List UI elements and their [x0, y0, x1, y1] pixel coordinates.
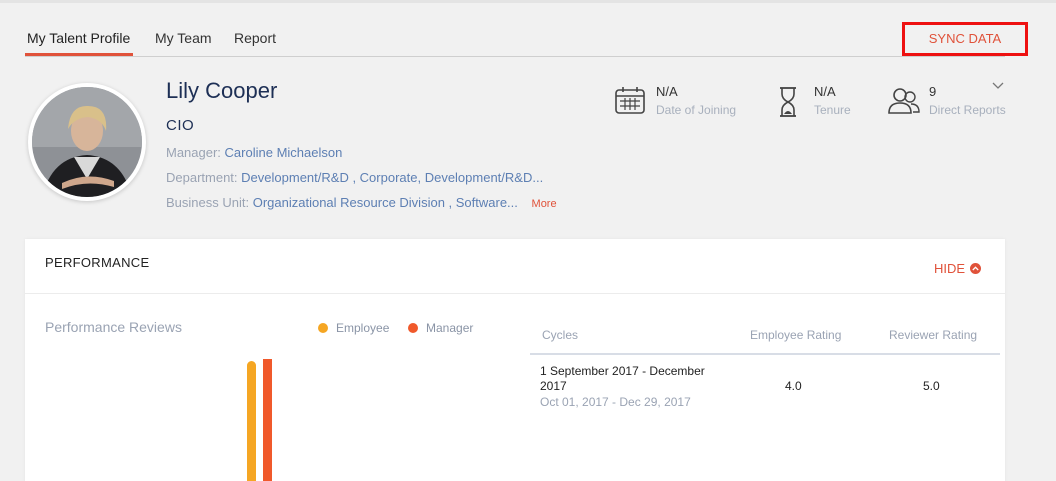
tab-my-talent-profile[interactable]: My Talent Profile: [27, 30, 130, 46]
header-cycles: Cycles: [542, 328, 579, 342]
more-link[interactable]: More: [532, 198, 557, 210]
date-of-joining-label: Date of Joining: [656, 103, 737, 117]
performance-reviews-title: Performance Reviews: [45, 319, 182, 335]
manager-link[interactable]: Caroline Michaelson: [225, 145, 343, 160]
bar-employee: [247, 361, 256, 481]
performance-card: PERFORMANCE HIDE Performance Reviews Emp…: [25, 239, 1005, 481]
tab-report[interactable]: Report: [234, 30, 276, 46]
direct-reports-value: 9: [929, 84, 937, 99]
tenure-value: N/A: [814, 84, 836, 99]
chevron-up-circle-icon: [970, 263, 982, 274]
department-value: Development/R&D , Corporate, Development…: [241, 170, 544, 185]
legend-employee: Employee: [318, 321, 389, 335]
legend-manager: Manager: [408, 321, 473, 335]
business-unit-row: Business Unit: Organizational Resource D…: [166, 195, 557, 210]
tab-my-team[interactable]: My Team: [155, 30, 212, 46]
manager-label: Manager:: [166, 145, 221, 160]
cycle-dates: Oct 01, 2017 - Dec 29, 2017: [540, 395, 691, 409]
tab-bar: My Talent Profile My Team Report: [25, 0, 1005, 57]
department-row: Department: Development/R&D , Corporate,…: [166, 170, 543, 185]
chevron-down-icon[interactable]: [992, 82, 1004, 90]
legend-manager-label: Manager: [426, 321, 474, 335]
manager-row: Manager: Caroline Michaelson: [166, 145, 342, 160]
calendar-icon: [615, 87, 645, 114]
department-label: Department:: [166, 170, 238, 185]
direct-reports-label: Direct Reports: [929, 103, 1006, 117]
header-reviewer-rating: Reviewer Rating: [889, 328, 978, 342]
legend-manager-dot: [408, 323, 418, 333]
performance-chart: [247, 359, 272, 481]
avatar: [28, 83, 146, 201]
legend-employee-label: Employee: [336, 321, 390, 335]
performance-header: PERFORMANCE HIDE: [25, 239, 1005, 294]
bar-manager: [263, 359, 272, 481]
active-tab-indicator: [25, 53, 133, 56]
legend-employee-dot: [318, 323, 328, 333]
business-unit-label: Business Unit:: [166, 195, 250, 210]
hide-label: HIDE: [934, 261, 966, 276]
tenure-label: Tenure: [814, 103, 851, 117]
hide-button[interactable]: HIDE: [934, 261, 982, 276]
employee-rating-value: 4.0: [785, 379, 802, 393]
hourglass-icon: [780, 87, 796, 117]
profile-name: Lily Cooper: [166, 78, 278, 103]
sync-data-button[interactable]: SYNC DATA: [902, 22, 1028, 56]
date-of-joining-value: N/A: [656, 84, 678, 99]
profile-role: CIO: [166, 117, 195, 134]
business-unit-value: Organizational Resource Division , Softw…: [252, 195, 518, 210]
people-icon: [888, 88, 920, 114]
reviewer-rating-value: 5.0: [923, 379, 940, 393]
cycle-name: 1 September 2017 - December 2017: [540, 364, 705, 393]
performance-title: PERFORMANCE: [45, 255, 150, 270]
table-header-divider: [530, 353, 1000, 355]
header-employee-rating: Employee Rating: [750, 328, 842, 342]
